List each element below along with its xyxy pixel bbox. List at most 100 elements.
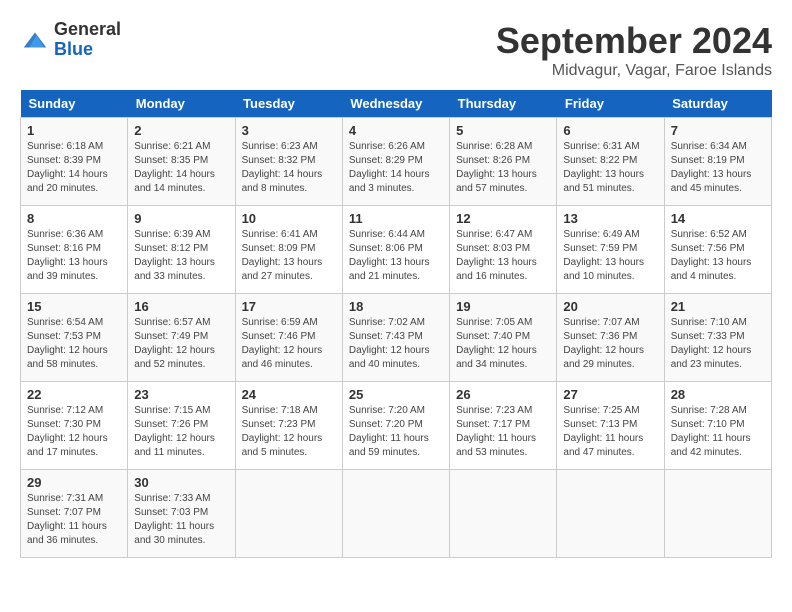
calendar-cell: 8 Sunrise: 6:36 AM Sunset: 8:16 PM Dayli… — [21, 206, 128, 294]
calendar-row: 1 Sunrise: 6:18 AM Sunset: 8:39 PM Dayli… — [21, 118, 772, 206]
day-number: 22 — [27, 387, 121, 402]
day-info: Sunrise: 7:31 AM Sunset: 7:07 PM Dayligh… — [27, 492, 121, 548]
day-number: 30 — [134, 475, 228, 490]
day-info: Sunrise: 7:12 AM Sunset: 7:30 PM Dayligh… — [27, 404, 121, 460]
day-info: Sunrise: 7:25 AM Sunset: 7:13 PM Dayligh… — [563, 404, 657, 460]
calendar-header: Sunday Monday Tuesday Wednesday Thursday… — [21, 90, 772, 118]
calendar-cell: 4 Sunrise: 6:26 AM Sunset: 8:29 PM Dayli… — [342, 118, 449, 206]
header-friday: Friday — [557, 90, 664, 118]
logo-text: General Blue — [54, 20, 121, 60]
calendar-cell: 11 Sunrise: 6:44 AM Sunset: 8:06 PM Dayl… — [342, 206, 449, 294]
day-number: 25 — [349, 387, 443, 402]
calendar-cell: 29 Sunrise: 7:31 AM Sunset: 7:07 PM Dayl… — [21, 470, 128, 558]
calendar-cell: 14 Sunrise: 6:52 AM Sunset: 7:56 PM Dayl… — [664, 206, 771, 294]
day-info: Sunrise: 6:34 AM Sunset: 8:19 PM Dayligh… — [671, 140, 765, 196]
calendar-cell: 17 Sunrise: 6:59 AM Sunset: 7:46 PM Dayl… — [235, 294, 342, 382]
day-info: Sunrise: 6:52 AM Sunset: 7:56 PM Dayligh… — [671, 228, 765, 284]
calendar-cell — [235, 470, 342, 558]
day-number: 19 — [456, 299, 550, 314]
day-number: 18 — [349, 299, 443, 314]
calendar-cell: 12 Sunrise: 6:47 AM Sunset: 8:03 PM Dayl… — [450, 206, 557, 294]
calendar-cell: 13 Sunrise: 6:49 AM Sunset: 7:59 PM Dayl… — [557, 206, 664, 294]
calendar-cell: 25 Sunrise: 7:20 AM Sunset: 7:20 PM Dayl… — [342, 382, 449, 470]
day-number: 1 — [27, 123, 121, 138]
calendar-cell: 28 Sunrise: 7:28 AM Sunset: 7:10 PM Dayl… — [664, 382, 771, 470]
day-number: 6 — [563, 123, 657, 138]
calendar-cell: 3 Sunrise: 6:23 AM Sunset: 8:32 PM Dayli… — [235, 118, 342, 206]
calendar-cell: 6 Sunrise: 6:31 AM Sunset: 8:22 PM Dayli… — [557, 118, 664, 206]
logo-line2: Blue — [54, 39, 93, 59]
day-info: Sunrise: 7:07 AM Sunset: 7:36 PM Dayligh… — [563, 316, 657, 372]
day-info: Sunrise: 6:57 AM Sunset: 7:49 PM Dayligh… — [134, 316, 228, 372]
logo-line1: General — [54, 19, 121, 39]
calendar-row: 8 Sunrise: 6:36 AM Sunset: 8:16 PM Dayli… — [21, 206, 772, 294]
calendar-cell — [664, 470, 771, 558]
calendar-cell: 16 Sunrise: 6:57 AM Sunset: 7:49 PM Dayl… — [128, 294, 235, 382]
day-info: Sunrise: 6:28 AM Sunset: 8:26 PM Dayligh… — [456, 140, 550, 196]
day-number: 27 — [563, 387, 657, 402]
calendar-table: Sunday Monday Tuesday Wednesday Thursday… — [20, 90, 772, 558]
day-info: Sunrise: 6:26 AM Sunset: 8:29 PM Dayligh… — [349, 140, 443, 196]
day-number: 4 — [349, 123, 443, 138]
day-info: Sunrise: 7:15 AM Sunset: 7:26 PM Dayligh… — [134, 404, 228, 460]
day-number: 8 — [27, 211, 121, 226]
calendar-row: 29 Sunrise: 7:31 AM Sunset: 7:07 PM Dayl… — [21, 470, 772, 558]
day-info: Sunrise: 6:23 AM Sunset: 8:32 PM Dayligh… — [242, 140, 336, 196]
day-number: 2 — [134, 123, 228, 138]
day-number: 13 — [563, 211, 657, 226]
calendar-cell: 20 Sunrise: 7:07 AM Sunset: 7:36 PM Dayl… — [557, 294, 664, 382]
calendar-cell: 22 Sunrise: 7:12 AM Sunset: 7:30 PM Dayl… — [21, 382, 128, 470]
calendar-cell: 21 Sunrise: 7:10 AM Sunset: 7:33 PM Dayl… — [664, 294, 771, 382]
day-number: 24 — [242, 387, 336, 402]
day-number: 10 — [242, 211, 336, 226]
calendar-cell: 23 Sunrise: 7:15 AM Sunset: 7:26 PM Dayl… — [128, 382, 235, 470]
day-number: 17 — [242, 299, 336, 314]
day-number: 5 — [456, 123, 550, 138]
day-info: Sunrise: 6:41 AM Sunset: 8:09 PM Dayligh… — [242, 228, 336, 284]
day-info: Sunrise: 6:54 AM Sunset: 7:53 PM Dayligh… — [27, 316, 121, 372]
header-sunday: Sunday — [21, 90, 128, 118]
day-number: 20 — [563, 299, 657, 314]
day-info: Sunrise: 6:36 AM Sunset: 8:16 PM Dayligh… — [27, 228, 121, 284]
day-number: 3 — [242, 123, 336, 138]
calendar-cell: 5 Sunrise: 6:28 AM Sunset: 8:26 PM Dayli… — [450, 118, 557, 206]
calendar-cell: 19 Sunrise: 7:05 AM Sunset: 7:40 PM Dayl… — [450, 294, 557, 382]
day-info: Sunrise: 6:44 AM Sunset: 8:06 PM Dayligh… — [349, 228, 443, 284]
calendar-cell: 15 Sunrise: 6:54 AM Sunset: 7:53 PM Dayl… — [21, 294, 128, 382]
calendar-cell: 27 Sunrise: 7:25 AM Sunset: 7:13 PM Dayl… — [557, 382, 664, 470]
calendar-row: 22 Sunrise: 7:12 AM Sunset: 7:30 PM Dayl… — [21, 382, 772, 470]
day-info: Sunrise: 7:10 AM Sunset: 7:33 PM Dayligh… — [671, 316, 765, 372]
location-subtitle: Midvagur, Vagar, Faroe Islands — [496, 62, 772, 80]
calendar-cell: 1 Sunrise: 6:18 AM Sunset: 8:39 PM Dayli… — [21, 118, 128, 206]
calendar-cell: 24 Sunrise: 7:18 AM Sunset: 7:23 PM Dayl… — [235, 382, 342, 470]
day-info: Sunrise: 6:59 AM Sunset: 7:46 PM Dayligh… — [242, 316, 336, 372]
day-info: Sunrise: 7:20 AM Sunset: 7:20 PM Dayligh… — [349, 404, 443, 460]
day-info: Sunrise: 6:49 AM Sunset: 7:59 PM Dayligh… — [563, 228, 657, 284]
day-info: Sunrise: 7:28 AM Sunset: 7:10 PM Dayligh… — [671, 404, 765, 460]
header-monday: Monday — [128, 90, 235, 118]
day-info: Sunrise: 6:18 AM Sunset: 8:39 PM Dayligh… — [27, 140, 121, 196]
calendar-cell — [342, 470, 449, 558]
day-info: Sunrise: 6:21 AM Sunset: 8:35 PM Dayligh… — [134, 140, 228, 196]
header-saturday: Saturday — [664, 90, 771, 118]
day-number: 26 — [456, 387, 550, 402]
day-number: 14 — [671, 211, 765, 226]
calendar-body: 1 Sunrise: 6:18 AM Sunset: 8:39 PM Dayli… — [21, 118, 772, 558]
day-info: Sunrise: 7:23 AM Sunset: 7:17 PM Dayligh… — [456, 404, 550, 460]
calendar-row: 15 Sunrise: 6:54 AM Sunset: 7:53 PM Dayl… — [21, 294, 772, 382]
day-info: Sunrise: 7:05 AM Sunset: 7:40 PM Dayligh… — [456, 316, 550, 372]
day-number: 16 — [134, 299, 228, 314]
day-number: 9 — [134, 211, 228, 226]
calendar-cell: 2 Sunrise: 6:21 AM Sunset: 8:35 PM Dayli… — [128, 118, 235, 206]
day-info: Sunrise: 7:02 AM Sunset: 7:43 PM Dayligh… — [349, 316, 443, 372]
calendar-cell: 9 Sunrise: 6:39 AM Sunset: 8:12 PM Dayli… — [128, 206, 235, 294]
title-area: September 2024 Midvagur, Vagar, Faroe Is… — [496, 20, 772, 80]
header-thursday: Thursday — [450, 90, 557, 118]
day-number: 29 — [27, 475, 121, 490]
calendar-cell — [450, 470, 557, 558]
day-number: 15 — [27, 299, 121, 314]
day-info: Sunrise: 6:39 AM Sunset: 8:12 PM Dayligh… — [134, 228, 228, 284]
header-wednesday: Wednesday — [342, 90, 449, 118]
calendar-cell: 7 Sunrise: 6:34 AM Sunset: 8:19 PM Dayli… — [664, 118, 771, 206]
day-number: 11 — [349, 211, 443, 226]
